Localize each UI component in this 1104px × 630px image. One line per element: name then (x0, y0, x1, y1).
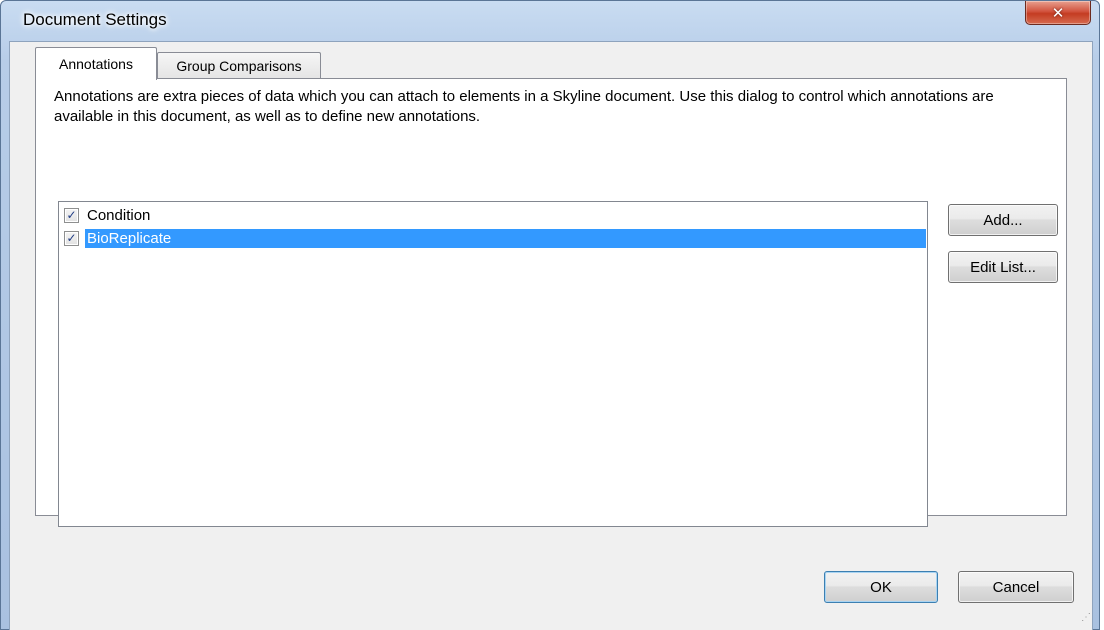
list-item-label: BioReplicate (85, 228, 926, 248)
close-icon: ✕ (1051, 3, 1065, 22)
document-settings-window: Document Settings ✕ Annotations Group Co… (0, 0, 1100, 630)
edit-list-button[interactable]: Edit List... (948, 251, 1058, 283)
condition-checkbox[interactable]: ✓ (64, 207, 79, 223)
close-button[interactable]: ✕ (1025, 1, 1091, 25)
title-bar[interactable]: Document Settings ✕ (1, 1, 1099, 41)
tab-group-comparisons[interactable]: Group Comparisons (157, 52, 321, 79)
list-item-label: Condition (87, 206, 151, 224)
checkmark-icon: ✓ (66, 208, 77, 222)
annotations-tab-panel: Annotations are extra pieces of data whi… (35, 78, 1067, 527)
window-title: Document Settings (23, 10, 167, 29)
ok-button[interactable]: OK (824, 571, 938, 603)
resize-grip-icon[interactable]: ⋰ (1081, 613, 1093, 625)
add-button[interactable]: Add... (948, 204, 1058, 236)
annotations-description: Annotations are extra pieces of data whi… (54, 88, 994, 125)
checkmark-icon: ✓ (66, 231, 77, 245)
tab-annotations[interactable]: Annotations (35, 47, 157, 80)
annotations-list[interactable]: ✓ Condition ✓ BioReplicate (58, 201, 928, 527)
list-item-bioreplicate[interactable]: ✓ BioReplicate (61, 227, 926, 249)
bioreplicate-checkbox[interactable]: ✓ (64, 230, 79, 246)
cancel-button[interactable]: Cancel (958, 571, 1074, 603)
list-item-condition[interactable]: ✓ Condition (61, 204, 154, 226)
